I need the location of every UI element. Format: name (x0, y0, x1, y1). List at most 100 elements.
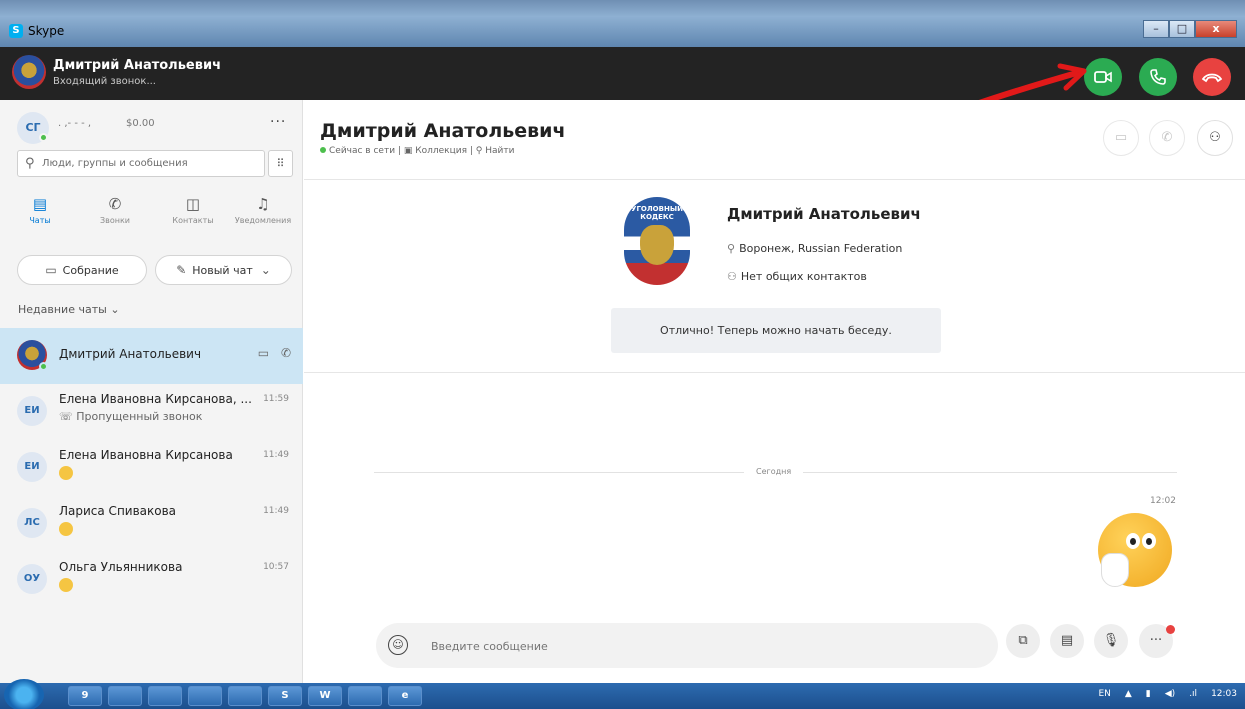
dialpad-button[interactable]: ⠿ (268, 150, 293, 177)
taskbar-app-skype[interactable]: S (268, 686, 302, 706)
search-field[interactable]: ⚲ Люди, группы и сообщения (17, 150, 265, 177)
location-pin-icon: ⚲ (727, 242, 736, 255)
taskbar-app-chrome[interactable]: 9 (68, 686, 102, 706)
chevron-down-icon: ⌄ (110, 303, 120, 316)
taskbar-app-word[interactable]: W (308, 686, 342, 706)
meet-now-button[interactable]: ▭ Собрание (17, 255, 147, 285)
chevron-down-icon: ⌄ (260, 263, 271, 277)
avatar: ЕИ (17, 452, 47, 482)
video-camera-icon[interactable]: ▭ (258, 346, 269, 360)
emblem-icon (640, 225, 674, 265)
bell-icon: ♫ (256, 195, 270, 213)
answer-audio-button[interactable] (1139, 58, 1177, 96)
caller-name: Дмитрий Анатольевич (53, 58, 221, 73)
new-chat-label: Новый чат (192, 263, 253, 277)
contacts-icon: ⚇ (727, 270, 737, 283)
start-conversation-notice: Отлично! Теперь можно начать беседу. (611, 308, 941, 353)
taskbar-app-paint[interactable] (348, 686, 382, 706)
volume-icon[interactable]: ◀) (1165, 689, 1175, 699)
taskbar: 9 S W e EN ▲ ▮ ◀) .ıl 12:03 (0, 679, 1245, 709)
voice-message-button[interactable]: 🎙 (1094, 624, 1128, 658)
taskbar-app-explorer[interactable] (228, 686, 262, 706)
nav-tabs: ▤ Чаты ✆ Звонки ◫ Контакты ♫ Уведомления (0, 195, 303, 235)
tab-chats[interactable]: ▤ Чаты (5, 195, 75, 225)
video-camera-icon: ▭ (45, 263, 57, 277)
chat-item-larisa[interactable]: ЛС Лариса Спивакова 11:49 (0, 496, 303, 552)
tab-contacts[interactable]: ◫ Контакты (158, 195, 228, 225)
online-status-dot (320, 147, 326, 153)
emoji-eye (1126, 533, 1140, 549)
contacts-icon: ◫ (185, 195, 201, 213)
gallery-icon: ▣ (403, 146, 416, 156)
dialpad-icon: ⠿ (276, 157, 285, 170)
contact-card-icon: ▤ (1060, 633, 1074, 648)
phone-icon[interactable]: ✆ (281, 346, 291, 360)
taskbar-app-ie[interactable]: e (388, 686, 422, 706)
chat-time: 11:59 (263, 394, 289, 404)
chat-item-elena-group[interactable]: ЕИ Елена Ивановна Кирсанова, ... 11:59 ☏… (0, 384, 303, 440)
decline-call-button[interactable] (1193, 58, 1231, 96)
profile-card: УГОЛОВНЫЙ КОДЕКС Дмитрий Анатольевич ⚲ Во… (304, 180, 1245, 373)
tab-contacts-label: Контакты (172, 216, 214, 225)
wave-emoji-message[interactable] (1098, 513, 1172, 587)
skype-app-icon: S (9, 24, 23, 38)
emoji-picker-button[interactable]: ☺ (388, 635, 408, 655)
close-button[interactable]: x (1195, 20, 1237, 38)
tab-calls[interactable]: ✆ Звонки (80, 195, 150, 225)
video-camera-icon (1094, 71, 1112, 83)
message-composer: ☺ (376, 623, 998, 668)
online-status-dot (39, 133, 48, 142)
conversation-header: Дмитрий Анатольевич Сейчас в сети | ▣ Ко… (304, 100, 1245, 180)
signal-icon[interactable]: .ıl (1189, 689, 1197, 699)
video-call-button[interactable]: ▭ (1103, 120, 1139, 156)
taskbar-app-firefox[interactable] (108, 686, 142, 706)
more-options-button[interactable]: ··· (270, 114, 286, 130)
phone-icon: ✆ (1161, 130, 1173, 145)
add-person-icon: ⚇ (1209, 130, 1221, 145)
hang-up-icon (1202, 73, 1222, 83)
chat-preview (59, 466, 73, 483)
avatar: ОУ (17, 564, 47, 594)
conversation-panel: Дмитрий Анатольевич Сейчас в сети | ▣ Ко… (304, 100, 1245, 683)
language-indicator[interactable]: EN (1098, 689, 1110, 699)
add-participants-button[interactable]: ⚇ (1197, 120, 1233, 156)
skype-credit[interactable]: $0.00 (126, 118, 155, 129)
search-icon: ⚲ (475, 146, 486, 156)
audio-call-button[interactable]: ✆ (1149, 120, 1185, 156)
tab-notifications-label: Уведомления (234, 216, 292, 225)
collection-link[interactable]: Коллекция (415, 146, 467, 156)
chat-item-dmitry[interactable]: Дмитрий Анатольевич ▭ ✆ (0, 328, 303, 384)
mutual-contacts-text: Нет общих контактов (740, 270, 867, 283)
message-time: 12:02 (1150, 496, 1176, 506)
find-link[interactable]: Найти (485, 146, 514, 156)
chat-item-olga[interactable]: ОУ Ольга Ульянникова 10:57 (0, 552, 303, 608)
taskbar-app-opera[interactable] (188, 686, 222, 706)
wave-emoji-icon (59, 522, 73, 536)
wave-emoji-icon (59, 578, 73, 592)
minimize-button[interactable]: – (1143, 20, 1169, 38)
taskbar-app-notepad[interactable] (148, 686, 182, 706)
conversation-title[interactable]: Дмитрий Анатольевич (320, 120, 566, 142)
window-titlebar: S Skype – □ x (0, 0, 1245, 47)
maximize-button[interactable]: □ (1169, 20, 1195, 38)
window-title: Skype (28, 24, 65, 38)
send-contact-button[interactable]: ▤ (1050, 624, 1084, 658)
message-input[interactable] (431, 636, 931, 656)
call-status: Входящий звонок... (53, 76, 156, 87)
tab-notifications[interactable]: ♫ Уведомления (228, 195, 298, 225)
network-icon[interactable]: ▮ (1146, 689, 1151, 699)
new-chat-button[interactable]: ✎ Новый чат ⌄ (155, 255, 292, 285)
online-status-text: Сейчас в сети (329, 146, 396, 156)
send-media-button[interactable]: ⧉ (1006, 624, 1040, 658)
tray-arrow-icon[interactable]: ▲ (1125, 689, 1132, 699)
chat-item-elena[interactable]: ЕИ Елена Ивановна Кирсанова 11:49 (0, 440, 303, 496)
clock[interactable]: 12:03 (1211, 689, 1237, 699)
phone-icon (1150, 69, 1166, 85)
recent-chats-header[interactable]: Недавние чаты ⌄ (18, 303, 120, 316)
start-button[interactable] (4, 679, 44, 709)
location-text: Воронеж, Russian Federation (739, 242, 903, 255)
contact-photo: УГОЛОВНЫЙ КОДЕКС (624, 197, 690, 285)
tab-calls-label: Звонки (100, 216, 130, 225)
my-name[interactable]: . ,- - - , (58, 118, 91, 129)
meet-now-label: Собрание (62, 263, 119, 277)
